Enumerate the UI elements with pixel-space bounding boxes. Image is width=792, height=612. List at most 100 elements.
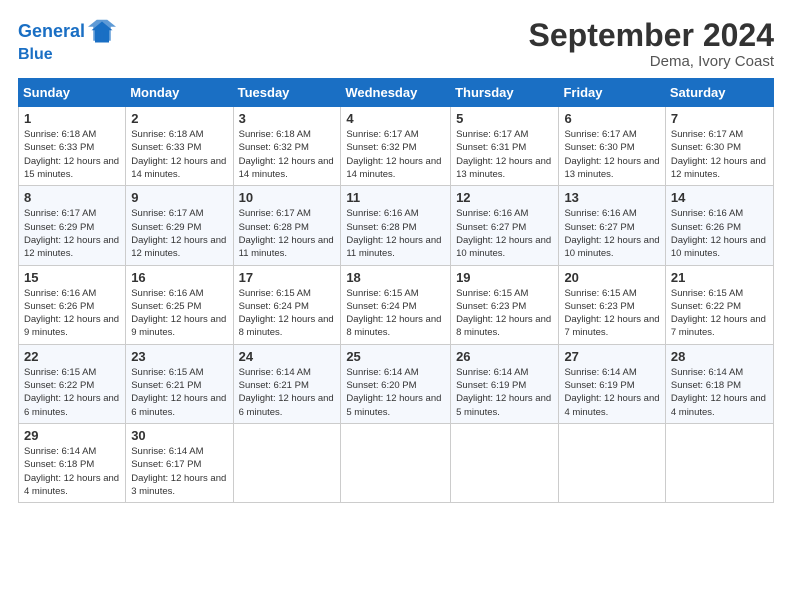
header: General Blue September 2024 Dema, Ivory … [18,18,774,70]
day-number: 3 [239,111,336,126]
calendar-cell: 13 Sunrise: 6:16 AMSunset: 6:27 PMDayligh… [559,186,665,265]
calendar-cell: 5 Sunrise: 6:17 AMSunset: 6:31 PMDaylight… [451,107,559,186]
calendar-cell [341,423,451,502]
days-of-week-row: SundayMondayTuesdayWednesdayThursdayFrid… [19,79,774,107]
day-info: Sunrise: 6:15 AMSunset: 6:23 PMDaylight:… [456,287,553,340]
calendar-table: SundayMondayTuesdayWednesdayThursdayFrid… [18,78,774,503]
calendar-cell: 16Sunrise: 6:16 AMSunset: 6:25 PMDayligh… [126,265,233,344]
calendar-cell [451,423,559,502]
logo-blue-text: Blue [18,46,116,64]
calendar-cell: 4 Sunrise: 6:17 AMSunset: 6:32 PMDaylight… [341,107,451,186]
day-info: Sunrise: 6:17 AMSunset: 6:32 PMDaylight:… [346,128,445,181]
day-number: 7 [671,111,768,126]
calendar-cell: 17 Sunrise: 6:15 AMSunset: 6:24 PMDayligh… [233,265,341,344]
day-number: 5 [456,111,553,126]
day-of-week-header: Sunday [19,79,126,107]
day-of-week-header: Monday [126,79,233,107]
calendar-cell: 22Sunrise: 6:15 AMSunset: 6:22 PMDayligh… [19,344,126,423]
page: General Blue September 2024 Dema, Ivory … [0,0,792,612]
calendar-week-row: 1Sunrise: 6:18 AMSunset: 6:33 PMDaylight… [19,107,774,186]
day-number: 16 [131,270,227,285]
day-info: Sunrise: 6:15 AMSunset: 6:22 PMDaylight:… [671,287,768,340]
day-of-week-header: Wednesday [341,79,451,107]
day-info: Sunrise: 6:14 AMSunset: 6:21 PMDaylight:… [239,366,336,419]
calendar-cell: 21 Sunrise: 6:15 AMSunset: 6:22 PMDayligh… [665,265,773,344]
calendar-cell: 11Sunrise: 6:16 AMSunset: 6:28 PMDayligh… [341,186,451,265]
calendar-cell: 15 Sunrise: 6:16 AMSunset: 6:26 PMDayligh… [19,265,126,344]
calendar-week-row: 8 Sunrise: 6:17 AMSunset: 6:29 PMDaylight… [19,186,774,265]
day-number: 8 [24,190,120,205]
day-info: Sunrise: 6:15 AMSunset: 6:21 PMDaylight:… [131,366,227,419]
day-number: 11 [346,190,445,205]
calendar-cell: 25Sunrise: 6:14 AMSunset: 6:20 PMDayligh… [341,344,451,423]
day-of-week-header: Thursday [451,79,559,107]
logo: General Blue [18,18,116,64]
calendar-cell: 1Sunrise: 6:18 AMSunset: 6:33 PMDaylight… [19,107,126,186]
day-info: Sunrise: 6:16 AMSunset: 6:26 PMDaylight:… [671,207,768,260]
day-info: Sunrise: 6:17 AMSunset: 6:29 PMDaylight:… [24,207,120,260]
day-number: 14 [671,190,768,205]
calendar-cell: 18Sunrise: 6:15 AMSunset: 6:24 PMDayligh… [341,265,451,344]
day-info: Sunrise: 6:14 AMSunset: 6:19 PMDaylight:… [456,366,553,419]
day-number: 22 [24,349,120,364]
calendar-cell: 8 Sunrise: 6:17 AMSunset: 6:29 PMDaylight… [19,186,126,265]
day-number: 23 [131,349,227,364]
calendar-cell: 10Sunrise: 6:17 AMSunset: 6:28 PMDayligh… [233,186,341,265]
day-number: 13 [564,190,659,205]
day-info: Sunrise: 6:16 AMSunset: 6:27 PMDaylight:… [564,207,659,260]
calendar-week-row: 29Sunrise: 6:14 AMSunset: 6:18 PMDayligh… [19,423,774,502]
day-number: 26 [456,349,553,364]
day-info: Sunrise: 6:14 AMSunset: 6:18 PMDaylight:… [671,366,768,419]
calendar-cell: 27Sunrise: 6:14 AMSunset: 6:19 PMDayligh… [559,344,665,423]
calendar-cell: 23 Sunrise: 6:15 AMSunset: 6:21 PMDayligh… [126,344,233,423]
day-number: 2 [131,111,227,126]
day-number: 6 [564,111,659,126]
month-title: September 2024 [529,18,774,53]
day-info: Sunrise: 6:18 AMSunset: 6:33 PMDaylight:… [24,128,120,181]
day-number: 28 [671,349,768,364]
day-number: 29 [24,428,120,443]
logo-text: General [18,22,85,42]
day-info: Sunrise: 6:15 AMSunset: 6:24 PMDaylight:… [346,287,445,340]
calendar-cell: 26 Sunrise: 6:14 AMSunset: 6:19 PMDayligh… [451,344,559,423]
day-info: Sunrise: 6:17 AMSunset: 6:30 PMDaylight:… [564,128,659,181]
calendar-cell [665,423,773,502]
day-info: Sunrise: 6:17 AMSunset: 6:29 PMDaylight:… [131,207,227,260]
day-info: Sunrise: 6:16 AMSunset: 6:27 PMDaylight:… [456,207,553,260]
calendar-cell: 19 Sunrise: 6:15 AMSunset: 6:23 PMDayligh… [451,265,559,344]
day-number: 4 [346,111,445,126]
day-of-week-header: Saturday [665,79,773,107]
calendar-cell: 12 Sunrise: 6:16 AMSunset: 6:27 PMDayligh… [451,186,559,265]
day-info: Sunrise: 6:15 AMSunset: 6:24 PMDaylight:… [239,287,336,340]
day-number: 20 [564,270,659,285]
day-number: 12 [456,190,553,205]
day-number: 19 [456,270,553,285]
day-number: 30 [131,428,227,443]
calendar-week-row: 15 Sunrise: 6:16 AMSunset: 6:26 PMDayligh… [19,265,774,344]
day-of-week-header: Friday [559,79,665,107]
calendar-cell: 2Sunrise: 6:18 AMSunset: 6:33 PMDaylight… [126,107,233,186]
calendar-cell: 20Sunrise: 6:15 AMSunset: 6:23 PMDayligh… [559,265,665,344]
calendar-cell: 29Sunrise: 6:14 AMSunset: 6:18 PMDayligh… [19,423,126,502]
calendar-body: 1Sunrise: 6:18 AMSunset: 6:33 PMDaylight… [19,107,774,503]
calendar-cell: 3 Sunrise: 6:18 AMSunset: 6:32 PMDaylight… [233,107,341,186]
day-info: Sunrise: 6:16 AMSunset: 6:26 PMDaylight:… [24,287,120,340]
calendar-cell [233,423,341,502]
calendar-cell: 24Sunrise: 6:14 AMSunset: 6:21 PMDayligh… [233,344,341,423]
day-of-week-header: Tuesday [233,79,341,107]
calendar-cell: 7Sunrise: 6:17 AMSunset: 6:30 PMDaylight… [665,107,773,186]
day-number: 17 [239,270,336,285]
day-info: Sunrise: 6:18 AMSunset: 6:32 PMDaylight:… [239,128,336,181]
day-number: 15 [24,270,120,285]
calendar-cell: 30 Sunrise: 6:14 AMSunset: 6:17 PMDayligh… [126,423,233,502]
calendar-cell: 9Sunrise: 6:17 AMSunset: 6:29 PMDaylight… [126,186,233,265]
title-block: September 2024 Dema, Ivory Coast [529,18,774,70]
calendar-cell: 6 Sunrise: 6:17 AMSunset: 6:30 PMDaylight… [559,107,665,186]
calendar-week-row: 22Sunrise: 6:15 AMSunset: 6:22 PMDayligh… [19,344,774,423]
day-number: 10 [239,190,336,205]
day-number: 21 [671,270,768,285]
day-info: Sunrise: 6:14 AMSunset: 6:17 PMDaylight:… [131,445,227,498]
day-info: Sunrise: 6:17 AMSunset: 6:31 PMDaylight:… [456,128,553,181]
day-info: Sunrise: 6:14 AMSunset: 6:20 PMDaylight:… [346,366,445,419]
calendar-cell: 14 Sunrise: 6:16 AMSunset: 6:26 PMDayligh… [665,186,773,265]
